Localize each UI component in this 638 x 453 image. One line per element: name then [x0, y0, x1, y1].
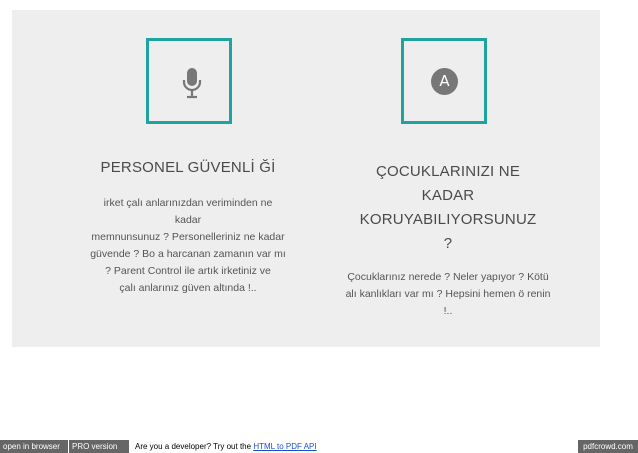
icon-frame	[146, 38, 232, 124]
description-line: !..	[443, 305, 453, 317]
icon-frame: A	[401, 38, 487, 124]
open-in-browser-button[interactable]: open in browser	[0, 440, 68, 453]
description-line: güvende ? Bo a harcanan zamanın var mı	[90, 248, 286, 260]
description-line: irket çalı anlarınızdan veriminden ne ka…	[103, 197, 273, 226]
content-panel: PERSONEL GÜVENLİ Ğİ irket çalı anlarınız…	[12, 10, 600, 347]
promo-text: Are you a developer? Try out the HTML to…	[135, 440, 317, 453]
description-line: memnunsunuz ? Personelleriniz ne kadar	[91, 231, 285, 243]
title-line: KORUYABILIYORSUNUZ	[359, 211, 537, 228]
card-description: Çocuklarınız nerede ? Neler yapıyor ? Kö…	[341, 269, 555, 320]
promo-label: Are you a developer? Try out the	[135, 442, 252, 451]
description-line: çalı anlarınız güven altında !..	[119, 282, 257, 294]
description-line: ? Parent Control ile artık irketiniz ve	[105, 265, 271, 277]
title-line: ÇOCUKLARINIZI NE	[375, 163, 521, 180]
description-line: alı kanlıkları var mı ? Hepsini hemen ö …	[345, 288, 551, 300]
microphone-icon	[182, 68, 202, 99]
card-title: PERSONEL GÜVENLİ Ğİ	[100, 159, 276, 176]
pdfcrowd-brand-link[interactable]: pdfcrowd.com	[578, 440, 638, 453]
pro-version-button[interactable]: PRO version	[69, 440, 129, 453]
avatar-a-icon: A	[431, 68, 458, 95]
description-line: Çocuklarınız nerede ? Neler yapıyor ? Kö…	[347, 271, 549, 283]
title-line: KADAR	[421, 187, 475, 204]
html-to-pdf-api-link[interactable]: HTML to PDF API	[253, 442, 316, 451]
pdf-footer-bar: open in browser PRO version Are you a de…	[0, 440, 638, 453]
title-line: ?	[443, 235, 453, 252]
card-title: ÇOCUKLARINIZI NE KADAR KORUYABILIYORSUNU…	[341, 160, 555, 256]
card-description: irket çalı anlarınızdan veriminden ne ka…	[90, 195, 286, 297]
